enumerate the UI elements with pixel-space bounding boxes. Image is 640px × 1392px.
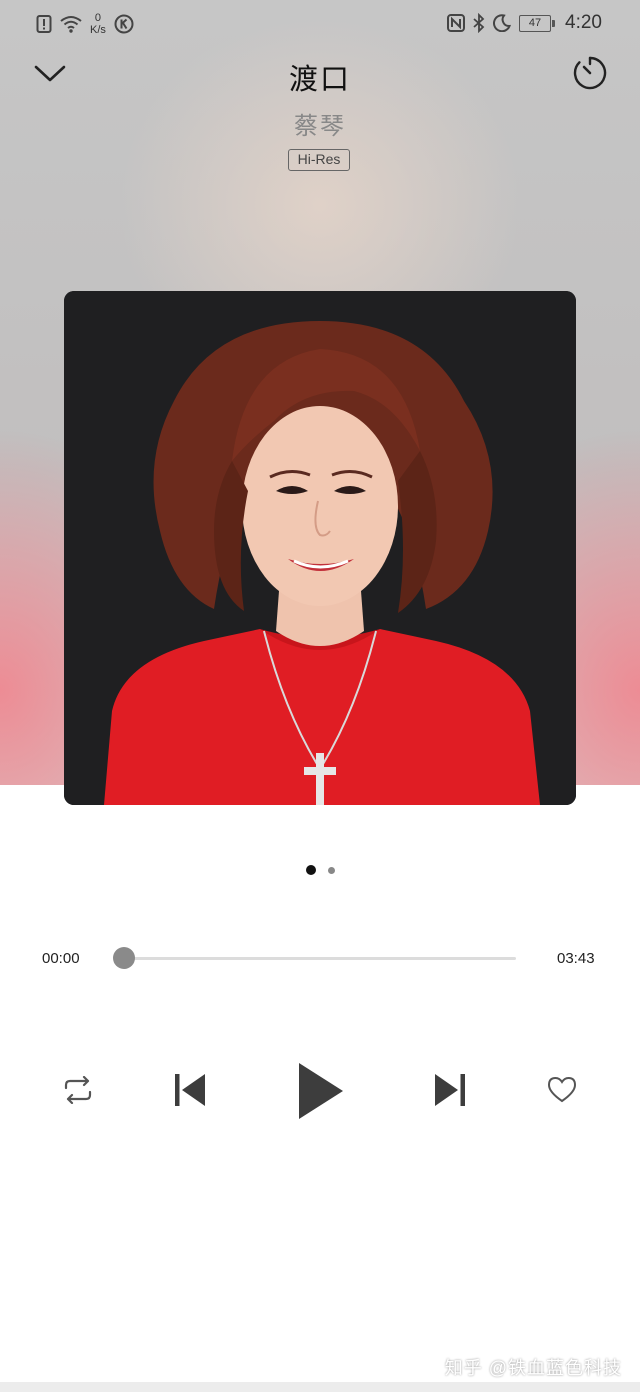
k-app-icon (114, 14, 134, 34)
network-speed: 0 K/s (90, 12, 106, 36)
hi-res-badge: Hi-Res (288, 149, 350, 171)
song-title: 渡口 (288, 64, 351, 96)
current-time: 00:00 (42, 950, 80, 967)
alert-icon (36, 14, 52, 34)
favorite-button[interactable] (542, 1072, 582, 1112)
watermark: 知乎 @铁血蓝色科技 (444, 1358, 622, 1378)
skip-previous-icon (173, 1072, 207, 1113)
play-icon (296, 1060, 346, 1127)
sleep-timer-icon (572, 55, 608, 96)
album-cover (64, 291, 576, 805)
network-speed-value: 0 (94, 12, 102, 24)
page-dot-active[interactable] (305, 865, 316, 875)
clock: 4:20 (565, 12, 602, 33)
network-speed-unit: K/s (90, 24, 106, 36)
bottom-edge (0, 1382, 640, 1392)
page-dot[interactable] (327, 866, 335, 874)
bluetooth-icon (473, 13, 485, 33)
status-bar: 0 K/s 47 4:20 (0, 0, 640, 48)
artist-name: 蔡琴 (294, 113, 346, 140)
total-time: 03:43 (557, 950, 595, 967)
nfc-icon (447, 14, 466, 32)
moon-icon (493, 14, 511, 32)
battery-indicator: 47 (519, 14, 556, 32)
previous-button[interactable] (168, 1070, 212, 1114)
wifi-icon (60, 15, 82, 33)
sleep-timer-button[interactable] (570, 55, 610, 95)
progress-bar[interactable] (124, 957, 516, 960)
skip-next-icon (433, 1072, 467, 1113)
page-indicator (0, 865, 640, 875)
repeat-icon (61, 1075, 95, 1109)
play-button[interactable] (290, 1060, 352, 1126)
next-button[interactable] (428, 1070, 472, 1114)
repeat-button[interactable] (58, 1072, 98, 1112)
heart-icon (547, 1076, 577, 1109)
progress-thumb[interactable] (113, 947, 135, 969)
